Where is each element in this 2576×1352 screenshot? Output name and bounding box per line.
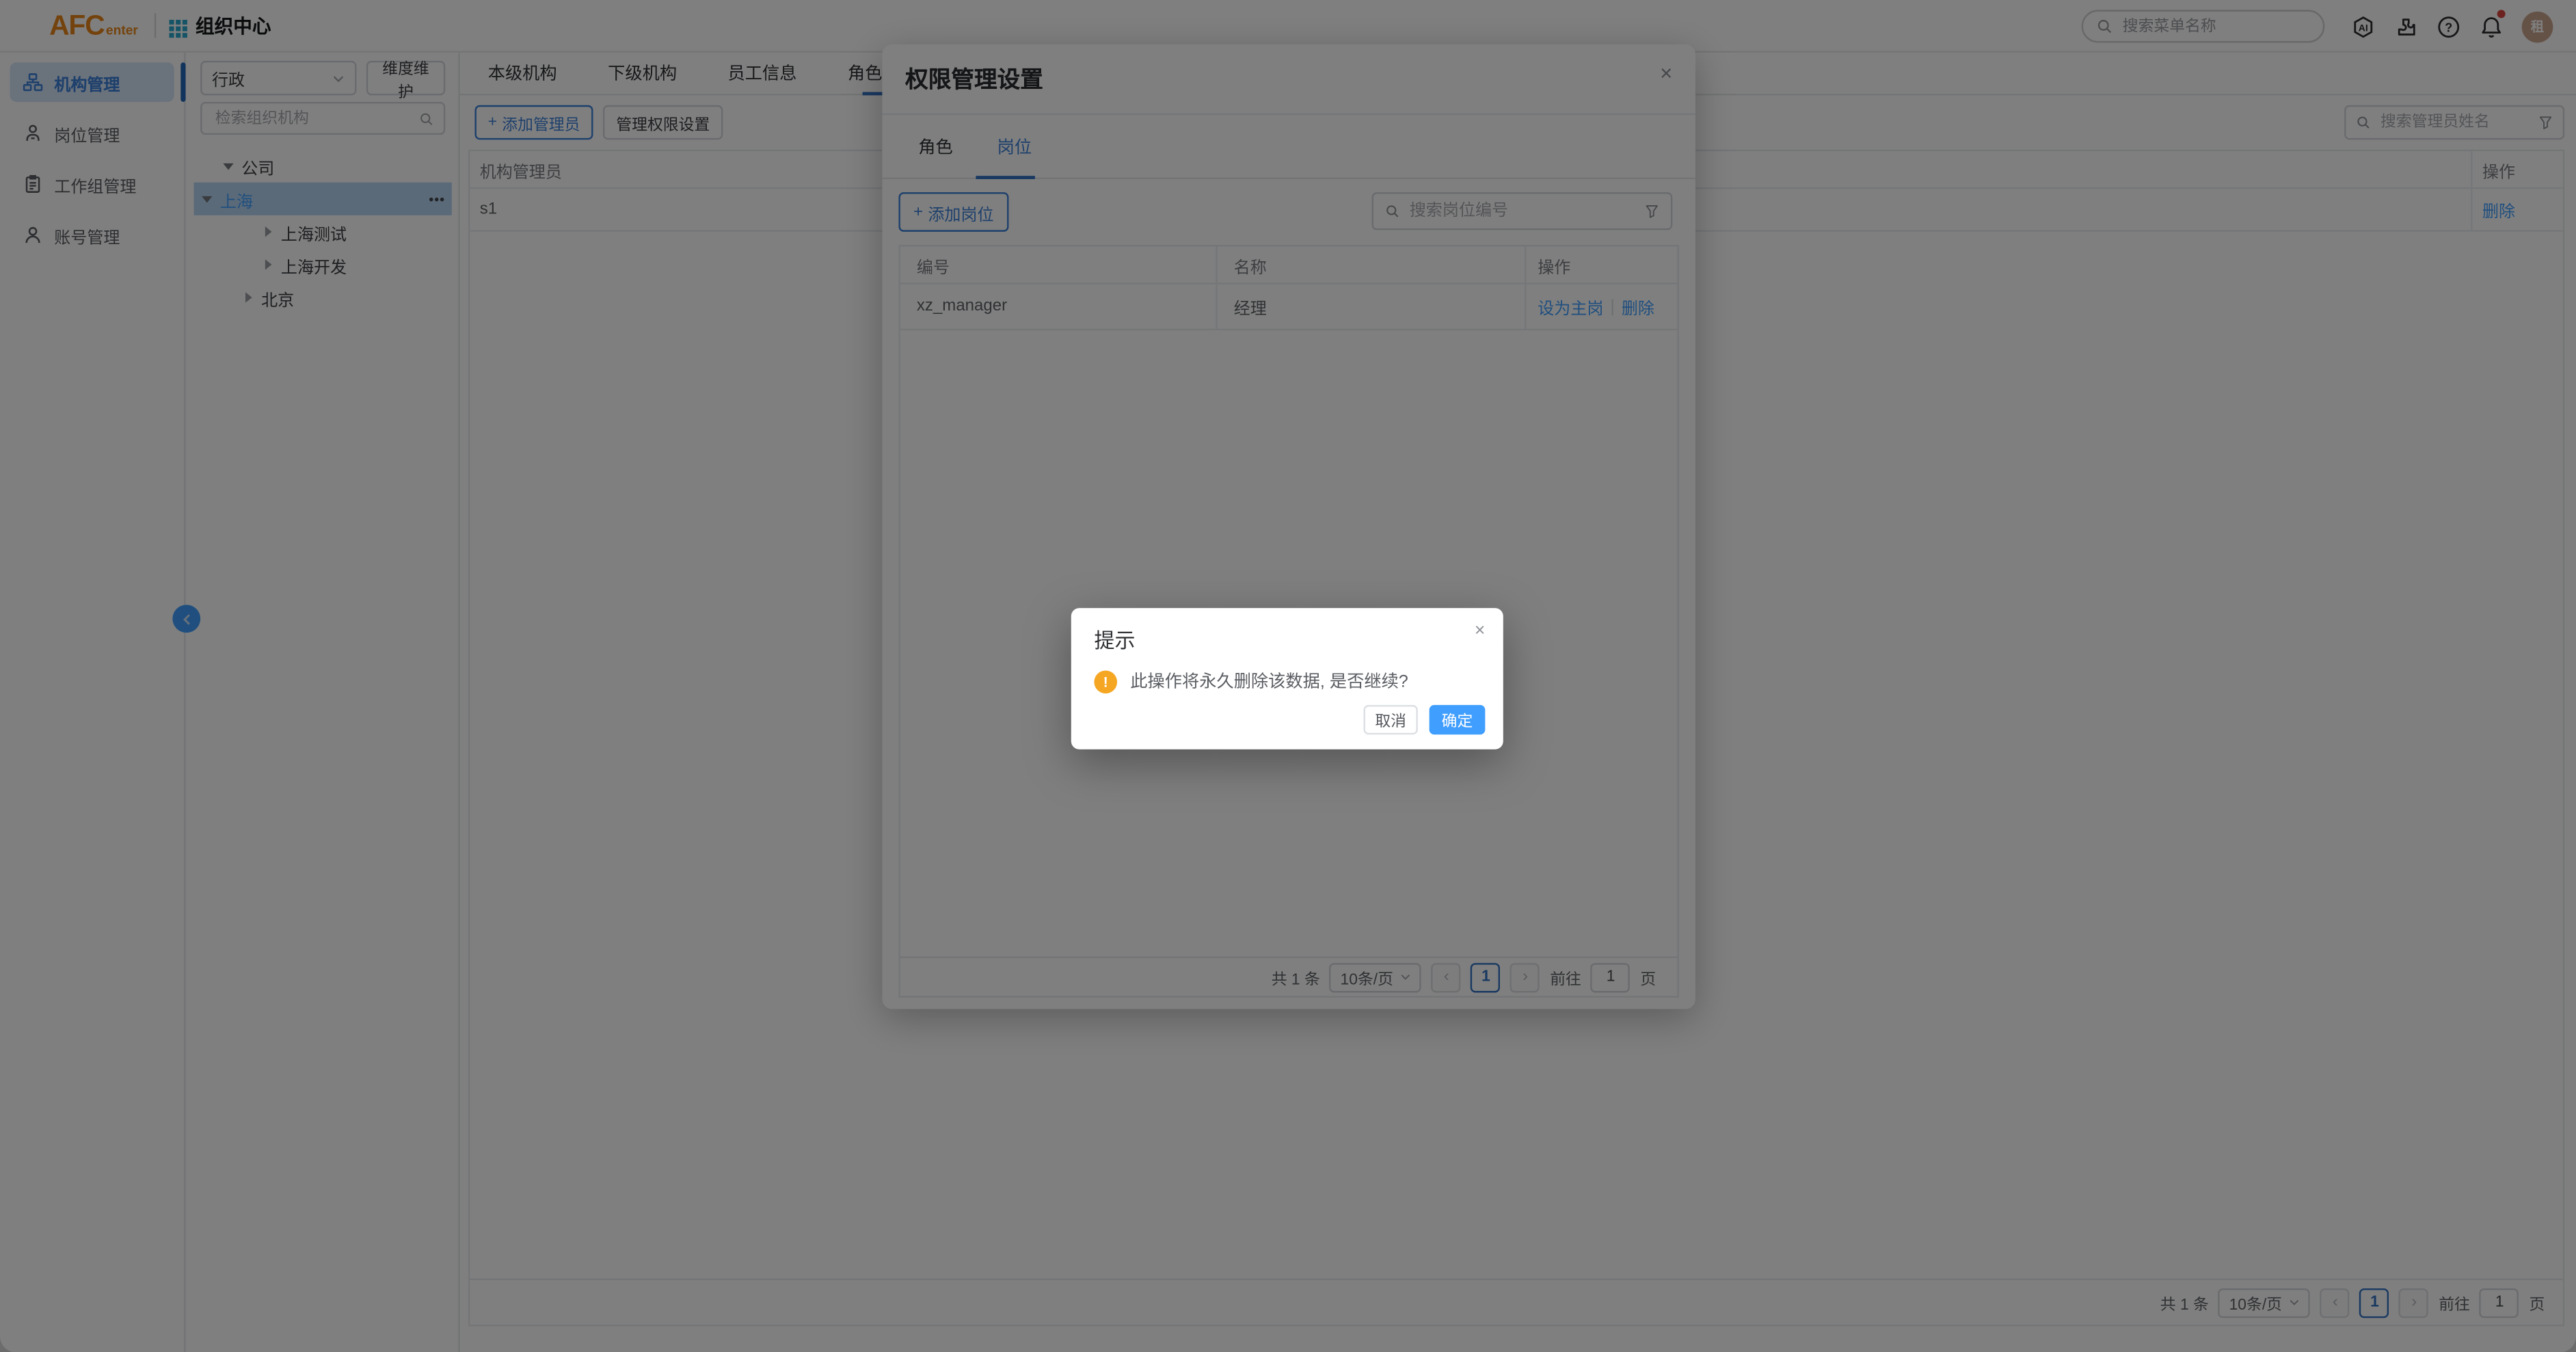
warning-icon: ! [1094,670,1117,693]
confirm-button[interactable]: 确定 [1430,705,1486,734]
confirm-title: 提示 [1094,623,1485,654]
confirm-body: ! 此操作将永久删除该数据, 是否继续? [1094,669,1485,693]
cancel-button[interactable]: 取消 [1364,705,1418,734]
confirm-dialog: 提示 × ! 此操作将永久删除该数据, 是否继续? 取消 确定 [1071,608,1503,750]
confirm-buttons: 取消 确定 [1364,705,1486,734]
confirm-close-icon[interactable]: × [1475,623,1485,641]
confirm-message: 此操作将永久删除该数据, 是否继续? [1130,669,1408,693]
app-stage: AFC enter 组织中心 AI [0,0,2576,1352]
